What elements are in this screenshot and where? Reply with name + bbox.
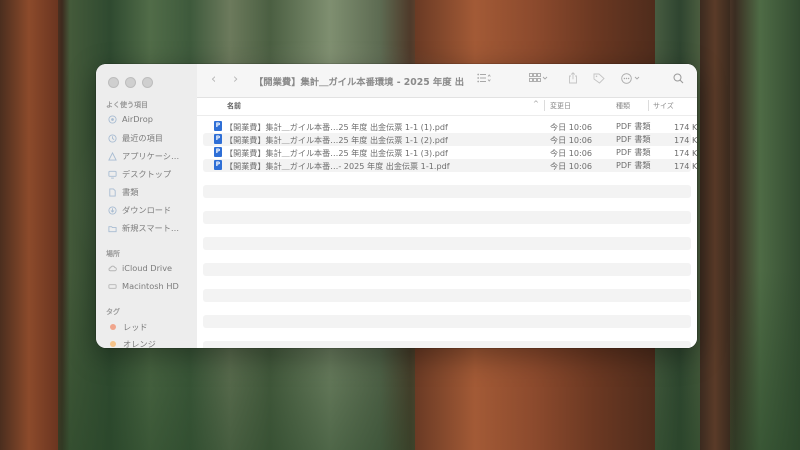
download-icon <box>108 205 117 215</box>
sidebar-item-label: Macintosh HD <box>122 281 179 291</box>
sidebar-item-tag-red[interactable]: レッド <box>108 321 148 333</box>
sort-chevron-up-icon[interactable]: ^ <box>533 100 539 108</box>
file-modified: 今日 10:06 <box>550 147 593 158</box>
sidebar-item-label: 最近の項目 <box>122 133 163 143</box>
zoom-button[interactable] <box>142 77 153 88</box>
group-icon[interactable] <box>529 73 549 86</box>
column-divider <box>648 100 649 111</box>
disk-icon <box>108 282 117 291</box>
file-kind: PDF 書類 <box>616 147 651 157</box>
sidebar-item-label: AirDrop <box>122 114 153 124</box>
minimize-button[interactable] <box>125 77 136 88</box>
applications-icon <box>108 151 117 161</box>
empty-row <box>203 185 691 198</box>
empty-row <box>203 341 691 348</box>
empty-row <box>203 289 691 302</box>
list-view-icon[interactable] <box>477 73 491 86</box>
column-kind[interactable]: 種類 <box>616 101 630 111</box>
empty-row <box>203 315 691 328</box>
sidebar: よく使う項目 AirDrop 最近の項目 アプリケーシ… デスクトップ 書類 ダ… <box>96 64 197 348</box>
file-modified: 今日 10:06 <box>550 160 593 171</box>
sidebar-item-airdrop[interactable]: AirDrop <box>108 114 153 124</box>
tag-icon[interactable] <box>593 73 605 87</box>
toolbar: ‹ › 【開業費】集計＿ガイル本番環境 - 2025 年度 出… <box>197 64 697 98</box>
pdf-file-icon: P <box>214 121 222 131</box>
file-kind: PDF 書類 <box>616 121 651 131</box>
file-size: 174 KB <box>674 121 697 132</box>
favorites-heading: よく使う項目 <box>106 101 148 109</box>
pdf-file-icon: P <box>214 134 222 144</box>
search-icon[interactable] <box>673 73 684 87</box>
sidebar-item-downloads[interactable]: ダウンロード <box>108 204 171 216</box>
file-modified: 今日 10:06 <box>550 134 593 145</box>
desktop-icon <box>108 170 117 179</box>
sidebar-item-label: ダウンロード <box>122 205 172 215</box>
file-modified: 今日 10:06 <box>550 121 593 132</box>
file-name: 【開業費】集計＿ガイル本番…25 年度 出金伝票 1-1 (3).pdf <box>225 147 448 158</box>
file-name: 【開業費】集計＿ガイル本番…25 年度 出金伝票 1-1 (2).pdf <box>225 134 448 145</box>
tags-heading: タグ <box>106 308 120 316</box>
window-title: 【開業費】集計＿ガイル本番環境 - 2025 年度 出… <box>254 77 464 88</box>
file-size: 174 KB <box>674 147 697 158</box>
locations-heading: 場所 <box>106 250 120 258</box>
airdrop-icon <box>108 114 117 124</box>
file-kind: PDF 書類 <box>616 160 651 170</box>
sidebar-item-tag-orange[interactable]: オレンジ <box>108 338 156 348</box>
sidebar-item-macintosh-hd[interactable]: Macintosh HD <box>108 281 179 291</box>
sidebar-item-smart-folder[interactable]: 新規スマート… <box>108 222 179 234</box>
file-kind: PDF 書類 <box>616 134 651 144</box>
tag-dot-icon <box>110 324 116 330</box>
clock-icon <box>108 133 117 143</box>
sidebar-item-documents[interactable]: 書類 <box>108 186 138 198</box>
sidebar-item-label: iCloud Drive <box>122 263 173 273</box>
sidebar-item-label: オレンジ <box>123 339 156 348</box>
sidebar-item-label: デスクトップ <box>122 169 172 179</box>
empty-row <box>203 211 691 224</box>
sidebar-item-recents[interactable]: 最近の項目 <box>108 132 163 144</box>
back-icon[interactable]: ‹ <box>211 72 216 87</box>
pdf-file-icon: P <box>214 160 222 170</box>
close-button[interactable] <box>108 77 119 88</box>
sidebar-item-applications[interactable]: アプリケーシ… <box>108 150 179 162</box>
sidebar-item-icloud-drive[interactable]: iCloud Drive <box>108 263 172 273</box>
share-icon[interactable] <box>568 72 578 87</box>
file-size: 174 KB <box>674 134 697 145</box>
finder-window: よく使う項目 AirDrop 最近の項目 アプリケーシ… デスクトップ 書類 ダ… <box>96 64 697 348</box>
forward-icon[interactable]: › <box>233 72 238 87</box>
sidebar-item-label: 書類 <box>122 187 139 197</box>
window-controls <box>108 77 153 88</box>
empty-row <box>203 237 691 250</box>
column-divider <box>544 100 545 111</box>
cloud-icon <box>108 264 117 273</box>
file-size: 174 KB <box>674 160 697 171</box>
file-name: 【開業費】集計＿ガイル本番…- 2025 年度 出金伝票 1-1.pdf <box>225 160 450 171</box>
file-name: 【開業費】集計＿ガイル本番…25 年度 出金伝票 1-1 (1).pdf <box>225 121 448 132</box>
sidebar-item-label: レッド <box>123 322 148 332</box>
more-actions-icon[interactable] <box>621 73 643 87</box>
sidebar-item-label: 新規スマート… <box>122 223 180 233</box>
column-size[interactable]: サイズ <box>653 101 674 111</box>
column-modified[interactable]: 変更日 <box>550 101 571 111</box>
sidebar-item-desktop[interactable]: デスクトップ <box>108 168 171 180</box>
tag-dot-icon <box>110 341 116 347</box>
column-name[interactable]: 名前 <box>227 101 241 111</box>
pdf-file-icon: P <box>214 147 222 157</box>
smart-folder-icon <box>108 224 117 233</box>
sidebar-item-label: アプリケーシ… <box>122 151 180 161</box>
document-icon <box>108 187 117 197</box>
empty-row <box>203 263 691 276</box>
